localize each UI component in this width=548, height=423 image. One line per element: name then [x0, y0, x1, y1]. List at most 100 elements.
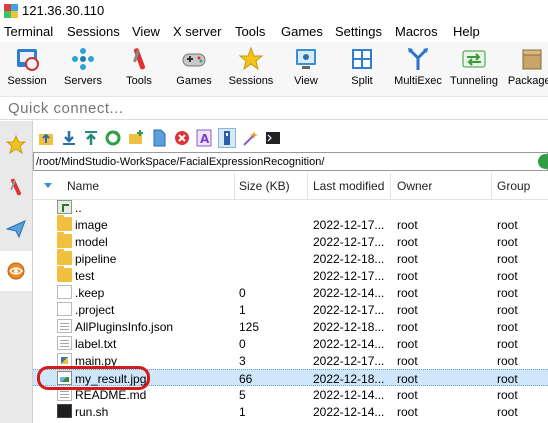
file-owner: root: [397, 303, 418, 317]
column-last-modified[interactable]: Last modified: [313, 179, 384, 193]
rename-icon[interactable]: A: [196, 129, 212, 147]
parent-directory-icon: [57, 200, 72, 214]
file-name: run.sh: [75, 405, 109, 419]
sftp-toolbar: A: [33, 126, 548, 152]
tools-icon: [10, 178, 21, 196]
multiexec-icon: [408, 48, 428, 70]
menu-macros[interactable]: Macros: [395, 24, 438, 39]
sidebar-tab-macros[interactable]: [0, 209, 32, 249]
table-row[interactable]: .keep 0 2022-12-14... root root: [33, 284, 548, 301]
games-icon: [182, 53, 206, 67]
menu-tools[interactable]: Tools: [235, 24, 265, 39]
toolbar-session-button[interactable]: Session: [0, 42, 57, 96]
column-name[interactable]: Name: [67, 179, 99, 193]
sidebar-tab-tools[interactable]: [0, 167, 32, 207]
mobaxterm-app-icon: [4, 4, 18, 18]
toolbar-tools-button[interactable]: Tools: [109, 42, 169, 96]
toolbar-packages-button[interactable]: Packages: [502, 42, 548, 96]
tunneling-icon: [462, 50, 486, 68]
quick-connect-bar: [0, 97, 548, 120]
column-size[interactable]: Size (KB): [239, 179, 290, 193]
column-group[interactable]: Group: [497, 179, 530, 193]
menu-settings[interactable]: Settings: [335, 24, 382, 39]
menu-view[interactable]: View: [132, 24, 160, 39]
menu-help[interactable]: Help: [453, 24, 480, 39]
new-folder-icon[interactable]: [128, 129, 144, 147]
table-row[interactable]: AllPluginsInfo.json 125 2022-12-18... ro…: [33, 318, 548, 335]
file-modified: 2022-12-18...: [313, 372, 385, 386]
table-row[interactable]: pipeline 2022-12-18... root root: [33, 249, 548, 267]
servers-icon: [72, 48, 94, 70]
file-owner: root: [397, 235, 418, 249]
column-divider[interactable]: [307, 173, 308, 199]
new-file-icon[interactable]: [151, 129, 167, 147]
file-size: 125: [239, 320, 260, 334]
menu-bar: Terminal Sessions View X server Tools Ga…: [0, 22, 548, 42]
file-group: root: [497, 354, 518, 368]
table-row[interactable]: model 2022-12-17... root root: [33, 232, 548, 250]
column-owner[interactable]: Owner: [397, 179, 432, 193]
text-file-icon: [57, 336, 72, 350]
column-divider[interactable]: [491, 173, 492, 199]
file-modified: 2022-12-14...: [313, 405, 385, 419]
file-size: 1: [239, 405, 246, 419]
table-row[interactable]: run.sh 1 2022-12-14... root root: [33, 403, 548, 420]
menu-terminal[interactable]: Terminal: [4, 24, 53, 39]
table-row[interactable]: ..: [33, 199, 548, 216]
upload-icon[interactable]: [83, 129, 99, 147]
menu-x-server[interactable]: X server: [173, 24, 221, 39]
toolbar-packages-label: Packages: [507, 75, 548, 87]
file-owner: root: [397, 337, 418, 351]
file-size: 66: [239, 372, 253, 386]
toolbar-tunneling-button[interactable]: Tunneling: [444, 42, 504, 96]
table-row[interactable]: .project 1 2022-12-17... root root: [33, 301, 548, 318]
shell-script-icon: [57, 404, 72, 418]
file-name: pipeline: [75, 252, 117, 266]
parent-folder-icon[interactable]: [38, 129, 54, 147]
menu-games[interactable]: Games: [281, 24, 323, 39]
toolbar-multiexec-button[interactable]: MultiExec: [388, 42, 448, 96]
toolbar-servers-label: Servers: [64, 75, 102, 87]
file-name: .project: [75, 303, 115, 317]
file-group: root: [497, 337, 518, 351]
paper-plane-icon: [6, 220, 26, 239]
menu-sessions[interactable]: Sessions: [67, 24, 120, 39]
star-icon: [6, 135, 26, 155]
quick-connect-input[interactable]: [6, 98, 540, 118]
table-row[interactable]: test 2022-12-17... root root: [33, 266, 548, 284]
column-divider[interactable]: [390, 173, 391, 199]
file-properties-icon[interactable]: [218, 128, 236, 148]
toolbar-session-label: Session: [7, 75, 47, 87]
go-checkmark-icon[interactable]: [538, 154, 548, 169]
toolbar-sessions-button[interactable]: Sessions: [221, 42, 281, 96]
file-modified: 2022-12-17...: [313, 269, 385, 283]
sidebar-tab-sessions[interactable]: [0, 125, 32, 165]
terminal-icon[interactable]: [265, 129, 281, 147]
magic-wand-icon[interactable]: [242, 129, 258, 147]
delete-icon[interactable]: [174, 129, 190, 147]
refresh-icon[interactable]: [105, 129, 121, 147]
file-group: root: [497, 372, 518, 386]
toolbar-games-button[interactable]: Games: [164, 42, 224, 96]
file-group: root: [497, 405, 518, 419]
file-owner: root: [397, 372, 418, 386]
svg-text:A: A: [200, 132, 210, 146]
toolbar-split-button[interactable]: Split: [332, 42, 392, 96]
toolbar-servers-button[interactable]: Servers: [53, 42, 113, 96]
file-modified: 2022-12-17...: [313, 218, 385, 232]
file-name: AllPluginsInfo.json: [75, 320, 174, 334]
file-owner: root: [397, 286, 418, 300]
column-divider[interactable]: [234, 173, 235, 199]
file-name: README.md: [75, 388, 147, 402]
remote-path-input[interactable]: [36, 154, 526, 169]
table-row[interactable]: image 2022-12-17... root root: [33, 215, 548, 233]
sort-arrow-icon: [44, 183, 52, 188]
session-icon: [17, 49, 39, 71]
download-icon[interactable]: [61, 129, 77, 147]
sidebar-tab-sftp[interactable]: [0, 251, 32, 291]
toolbar-view-button[interactable]: View: [276, 42, 336, 96]
table-row[interactable]: label.txt 0 2022-12-14... root root: [33, 335, 548, 352]
file-size: 0: [239, 286, 246, 300]
folder-icon: [57, 266, 72, 282]
python-file-icon: [57, 353, 72, 367]
